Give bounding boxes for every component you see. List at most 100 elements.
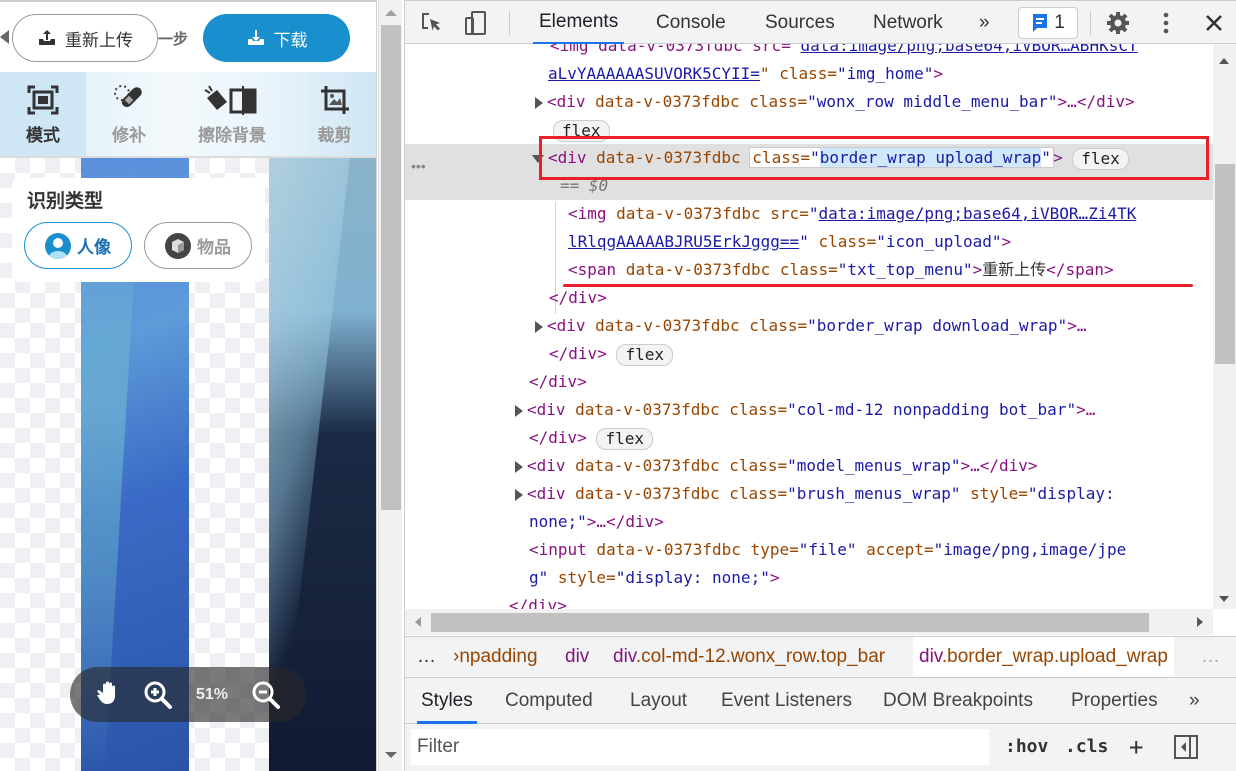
dom-line[interactable]: <input data-v-0373fdbc type="file" accep… bbox=[529, 536, 1213, 564]
dom-line[interactable]: </div> bbox=[529, 368, 1213, 396]
zoom-out-icon[interactable] bbox=[250, 679, 282, 711]
flex-badge[interactable]: flex bbox=[596, 427, 653, 450]
dom-line[interactable]: </div> bbox=[509, 592, 1213, 609]
divider bbox=[1090, 11, 1091, 35]
dom-line[interactable]: <div data-v-0373fdbc class="wonx_row mid… bbox=[535, 88, 1213, 116]
dom-line[interactable]: <div data-v-0373fdbc class="border_wrap … bbox=[535, 312, 1213, 340]
settings-gear-icon[interactable] bbox=[1105, 10, 1131, 36]
device-toolbar-icon[interactable] bbox=[463, 10, 489, 36]
scroll-left-icon[interactable] bbox=[415, 617, 421, 627]
download-label: 下载 bbox=[273, 30, 308, 51]
zoom-in-icon[interactable] bbox=[142, 679, 174, 711]
dom-line[interactable]: </div> flex bbox=[529, 424, 1213, 452]
tab-styles[interactable]: Styles bbox=[417, 678, 477, 724]
expand-triangle-icon[interactable] bbox=[515, 488, 523, 501]
more-options-icon[interactable] bbox=[1153, 10, 1179, 36]
hover-state-toggle[interactable]: :hov bbox=[1005, 732, 1048, 762]
new-style-rule-button[interactable]: + bbox=[1129, 732, 1143, 762]
dom-line[interactable]: </div> flex bbox=[549, 340, 1213, 368]
more-sub-tabs-button[interactable]: » bbox=[1185, 678, 1204, 724]
scroll-up-icon[interactable] bbox=[385, 10, 397, 16]
dom-vertical-scrollbar[interactable] bbox=[1213, 44, 1236, 609]
eraser-background-icon bbox=[202, 83, 262, 117]
tab-event-listeners[interactable]: Event Listeners bbox=[717, 678, 856, 724]
tab-elements[interactable]: Elements bbox=[533, 1, 625, 45]
type-object-button[interactable]: 物品 bbox=[144, 222, 252, 269]
tab-properties[interactable]: Properties bbox=[1067, 678, 1162, 724]
image-canvas[interactable]: 识别类型 人像 物品 51% bbox=[0, 158, 376, 771]
more-tabs-button[interactable]: » bbox=[973, 1, 996, 45]
flex-badge[interactable]: flex bbox=[1072, 147, 1129, 170]
expand-triangle-icon[interactable] bbox=[535, 320, 543, 333]
menu-label: 修补 bbox=[112, 125, 146, 146]
issues-count: 1 bbox=[1054, 12, 1065, 33]
tab-network[interactable]: Network bbox=[867, 1, 949, 45]
app-vertical-scrollbar[interactable] bbox=[378, 0, 402, 771]
breadcrumb-item[interactable]: div.col-md-12.wonx_row.top_bar bbox=[613, 637, 885, 677]
dom-line[interactable]: aLvYAAAAAASUVORK5CYII=" class="img_home"… bbox=[548, 60, 1213, 88]
dom-line[interactable]: <span data-v-0373fdbc class="txt_top_men… bbox=[568, 256, 1213, 284]
styles-filter-input[interactable] bbox=[411, 729, 989, 765]
scrollbar-thumb[interactable] bbox=[431, 613, 1149, 632]
menu-item-crop[interactable]: 裁剪 bbox=[292, 72, 376, 156]
class-toggle[interactable]: .cls bbox=[1065, 732, 1108, 762]
breadcrumb-overflow-right[interactable]: … bbox=[1201, 637, 1220, 677]
download-button[interactable]: 下载 bbox=[203, 14, 350, 62]
flex-badge[interactable]: flex bbox=[553, 119, 610, 142]
tab-console[interactable]: Console bbox=[650, 1, 732, 45]
zoom-level: 51% bbox=[195, 685, 229, 703]
toggle-sidebar-icon[interactable] bbox=[1173, 734, 1199, 764]
dom-line[interactable]: <img data-v-0373fdbc src="data:image/png… bbox=[568, 200, 1213, 228]
tab-dom-breakpoints[interactable]: DOM Breakpoints bbox=[879, 678, 1037, 724]
dom-horizontal-scrollbar[interactable] bbox=[405, 609, 1213, 635]
tab-computed[interactable]: Computed bbox=[501, 678, 597, 724]
inspect-element-icon[interactable] bbox=[419, 10, 445, 36]
dom-line[interactable]: <img data-v-0373fdbc src="data:image/png… bbox=[550, 44, 1213, 60]
dom-line: flex bbox=[553, 116, 1213, 144]
type-person-button[interactable]: 人像 bbox=[24, 222, 132, 269]
tab-sources[interactable]: Sources bbox=[759, 1, 841, 45]
issues-badge[interactable]: 1 bbox=[1018, 7, 1078, 39]
scrollbar-thumb[interactable] bbox=[1215, 164, 1235, 364]
menu-item-erase-background[interactable]: 擦除背景 bbox=[172, 72, 292, 156]
node-actions-ellipsis[interactable]: ••• bbox=[411, 158, 426, 174]
dom-line[interactable]: g" style="display: none;"> bbox=[529, 564, 1213, 592]
expand-triangle-icon[interactable] bbox=[515, 460, 523, 473]
back-arrow-icon[interactable] bbox=[0, 30, 9, 44]
dom-line[interactable]: <div data-v-0373fdbc class="brush_menus_… bbox=[515, 480, 1213, 508]
dom-line[interactable]: <div data-v-0373fdbc class="col-md-12 no… bbox=[515, 396, 1213, 424]
menu-label: 擦除背景 bbox=[198, 125, 266, 146]
scroll-down-icon[interactable] bbox=[385, 752, 397, 758]
menu-label: 模式 bbox=[26, 125, 60, 146]
divider bbox=[509, 11, 510, 35]
breadcrumb-item-selected[interactable]: div.border_wrap.upload_wrap bbox=[913, 637, 1174, 677]
expand-triangle-icon[interactable] bbox=[515, 404, 523, 417]
scroll-right-icon[interactable] bbox=[1197, 617, 1203, 627]
menu-item-repair[interactable]: 修补 bbox=[86, 72, 172, 156]
step-text: 一步 bbox=[158, 30, 189, 48]
dom-line-selected[interactable]: <div data-v-0373fdbc class="border_wrap … bbox=[532, 144, 1213, 172]
devtools-panel: Elements Console Sources Network » 1 •••… bbox=[404, 0, 1236, 771]
tab-layout[interactable]: Layout bbox=[626, 678, 691, 724]
dom-line[interactable]: <div data-v-0373fdbc class="model_menus_… bbox=[515, 452, 1213, 480]
breadcrumb-item[interactable]: div bbox=[565, 637, 589, 677]
reupload-button[interactable]: 重新上传 bbox=[12, 14, 158, 62]
flex-badge[interactable]: flex bbox=[616, 343, 673, 366]
breadcrumb: … ›npadding div div.col-md-12.wonx_row.t… bbox=[405, 636, 1236, 678]
dom-tree[interactable]: ••• <img data-v-0373fdbc src="data:image… bbox=[405, 44, 1213, 609]
top-bar: 重新上传 一步 下载 bbox=[0, 0, 376, 72]
attribute-edit-box[interactable]: class="border_wrap upload_wrap" bbox=[749, 147, 1054, 168]
scroll-up-icon[interactable] bbox=[1219, 58, 1229, 64]
breadcrumb-overflow-left[interactable]: … bbox=[417, 637, 436, 677]
close-devtools-icon[interactable] bbox=[1201, 10, 1227, 36]
expand-triangle-icon[interactable] bbox=[535, 96, 543, 109]
dom-line[interactable]: lRlqgAAAAABJRU5ErkJggg==" class="icon_up… bbox=[568, 228, 1213, 256]
hand-icon[interactable] bbox=[92, 679, 124, 711]
menu-item-mode[interactable]: 模式 bbox=[0, 72, 86, 156]
dom-line[interactable]: </div> bbox=[549, 284, 1213, 312]
dom-line[interactable]: none;">…</div> bbox=[529, 508, 1213, 536]
breadcrumb-item[interactable]: ›npadding bbox=[453, 637, 538, 677]
collapse-triangle-icon[interactable] bbox=[532, 154, 544, 163]
scrollbar-thumb[interactable] bbox=[381, 25, 401, 510]
scroll-down-icon[interactable] bbox=[1219, 596, 1229, 602]
